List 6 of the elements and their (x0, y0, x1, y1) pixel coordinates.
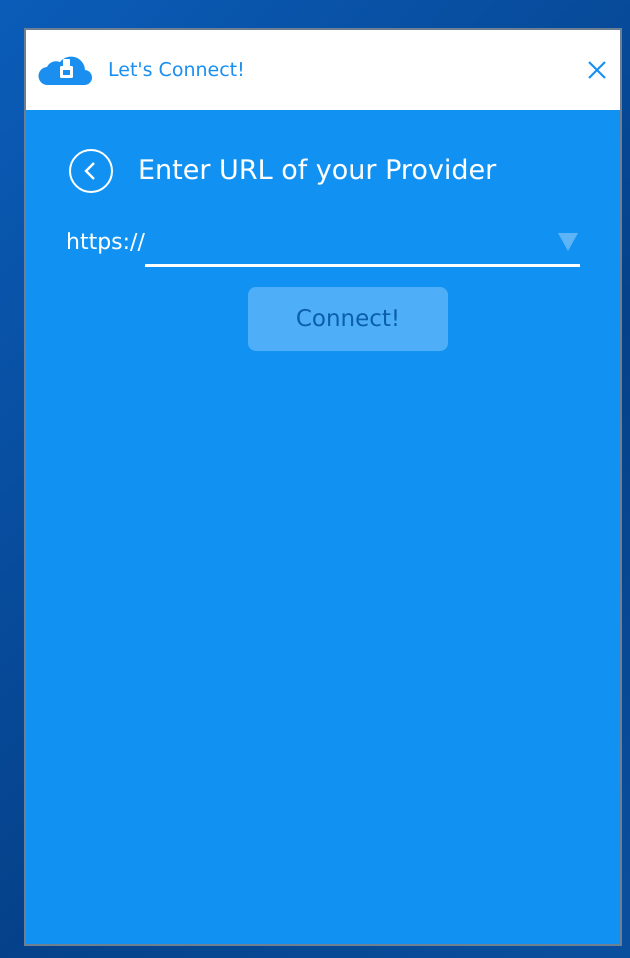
back-icon[interactable] (68, 148, 114, 194)
url-prefix: https:// (66, 229, 145, 257)
window-title: Let's Connect! (108, 58, 245, 83)
page-heading: Enter URL of your Provider (138, 154, 496, 188)
cloud-icon (38, 54, 92, 86)
close-icon[interactable] (588, 61, 606, 79)
